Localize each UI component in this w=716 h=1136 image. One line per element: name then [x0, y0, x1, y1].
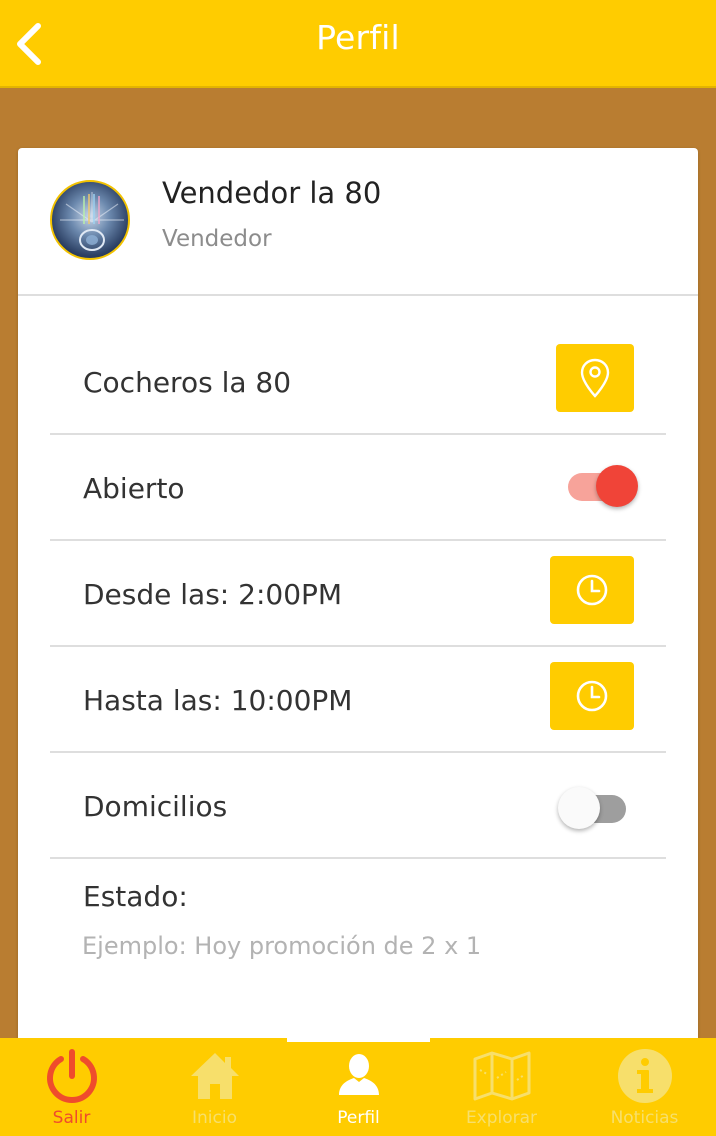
tab-explorar[interactable]: Explorar	[430, 1038, 573, 1136]
delivery-toggle[interactable]	[558, 781, 634, 837]
tab-inicio[interactable]: Inicio	[143, 1038, 286, 1136]
page-title: Perfil	[316, 18, 400, 57]
tab-noticias[interactable]: Noticias	[573, 1038, 716, 1136]
bottom-nav: Salir Inicio Perfil Explorar Noticias	[0, 1038, 716, 1136]
status-input[interactable]	[82, 924, 662, 968]
home-icon	[190, 1053, 239, 1099]
to-time-button[interactable]	[550, 662, 634, 730]
profile-header: Vendedor la 80 Vendedor	[18, 148, 698, 296]
location-button[interactable]	[556, 344, 634, 412]
from-time-button[interactable]	[550, 556, 634, 624]
open-label: Abierto	[83, 471, 185, 505]
delivery-label: Domicilios	[83, 789, 228, 823]
info-icon	[617, 1049, 672, 1103]
open-toggle[interactable]	[562, 459, 638, 515]
from-time-label: Desde las: 2:00PM	[83, 577, 343, 611]
tab-noticias-label: Noticias	[610, 1108, 679, 1128]
location-row: Cocheros la 80	[50, 329, 666, 435]
from-time-row: Desde las: 2:00PM	[50, 541, 666, 647]
tab-salir[interactable]: Salir	[0, 1038, 143, 1136]
power-icon	[46, 1049, 97, 1104]
avatar-image	[60, 192, 124, 251]
user-icon	[338, 1054, 379, 1095]
profile-name: Vendedor la 80	[162, 176, 382, 210]
open-row: Abierto	[50, 435, 666, 541]
tab-inicio-label: Inicio	[192, 1108, 237, 1128]
open-toggle-knob	[596, 465, 638, 507]
tab-perfil[interactable]: Perfil	[287, 1038, 430, 1136]
delivery-toggle-knob	[558, 787, 600, 829]
delivery-row: Domicilios	[50, 753, 666, 859]
profile-role: Vendedor	[162, 226, 272, 252]
map-icon	[473, 1051, 530, 1101]
clock-icon	[576, 574, 608, 606]
profile-card: Vendedor la 80 Vendedor Cocheros la 80 A…	[18, 148, 698, 1048]
clock-icon	[576, 680, 608, 712]
to-time-row: Hasta las: 10:00PM	[50, 647, 666, 753]
avatar[interactable]	[50, 180, 130, 260]
location-label: Cocheros la 80	[83, 365, 292, 399]
tab-perfil-label: Perfil	[337, 1108, 380, 1128]
map-pin-icon	[580, 358, 610, 398]
tab-explorar-label: Explorar	[465, 1108, 538, 1128]
top-app-bar: Perfil	[0, 0, 716, 88]
status-label: Estado:	[83, 880, 188, 913]
to-time-label: Hasta las: 10:00PM	[83, 683, 353, 717]
tab-salir-label: Salir	[52, 1108, 91, 1128]
